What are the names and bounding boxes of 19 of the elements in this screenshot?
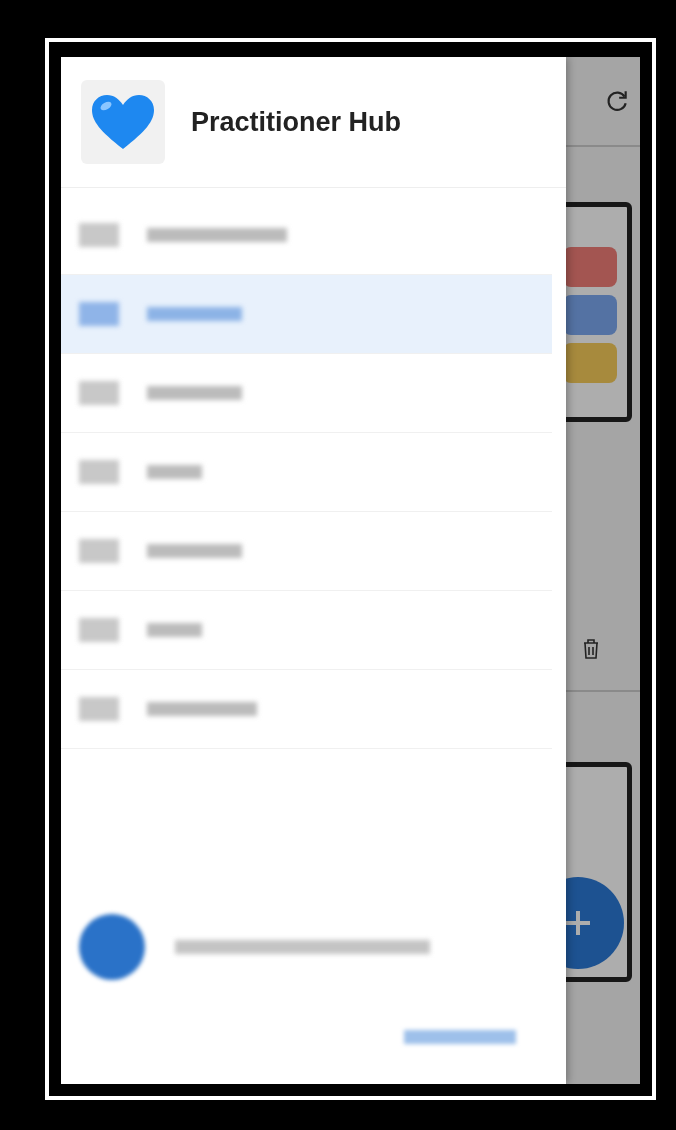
refresh-icon[interactable] [604, 88, 630, 114]
blurred-icon [79, 302, 119, 326]
heart-icon [90, 93, 156, 151]
blurred-icon [79, 381, 119, 405]
blurred-label [147, 623, 202, 637]
avatar [79, 914, 145, 980]
app-title: Practitioner Hub [191, 106, 402, 138]
blurred-icon [79, 697, 119, 721]
trash-icon[interactable] [582, 638, 600, 660]
color-tile [563, 247, 617, 287]
blurred-icon [79, 223, 119, 247]
color-tile [563, 295, 617, 335]
blurred-label [147, 465, 202, 479]
nav-item[interactable] [61, 275, 552, 354]
blurred-icon [79, 460, 119, 484]
blurred-icon [79, 618, 119, 642]
color-tile [563, 343, 617, 383]
blurred-icon [79, 539, 119, 563]
blurred-link[interactable] [404, 1030, 516, 1044]
